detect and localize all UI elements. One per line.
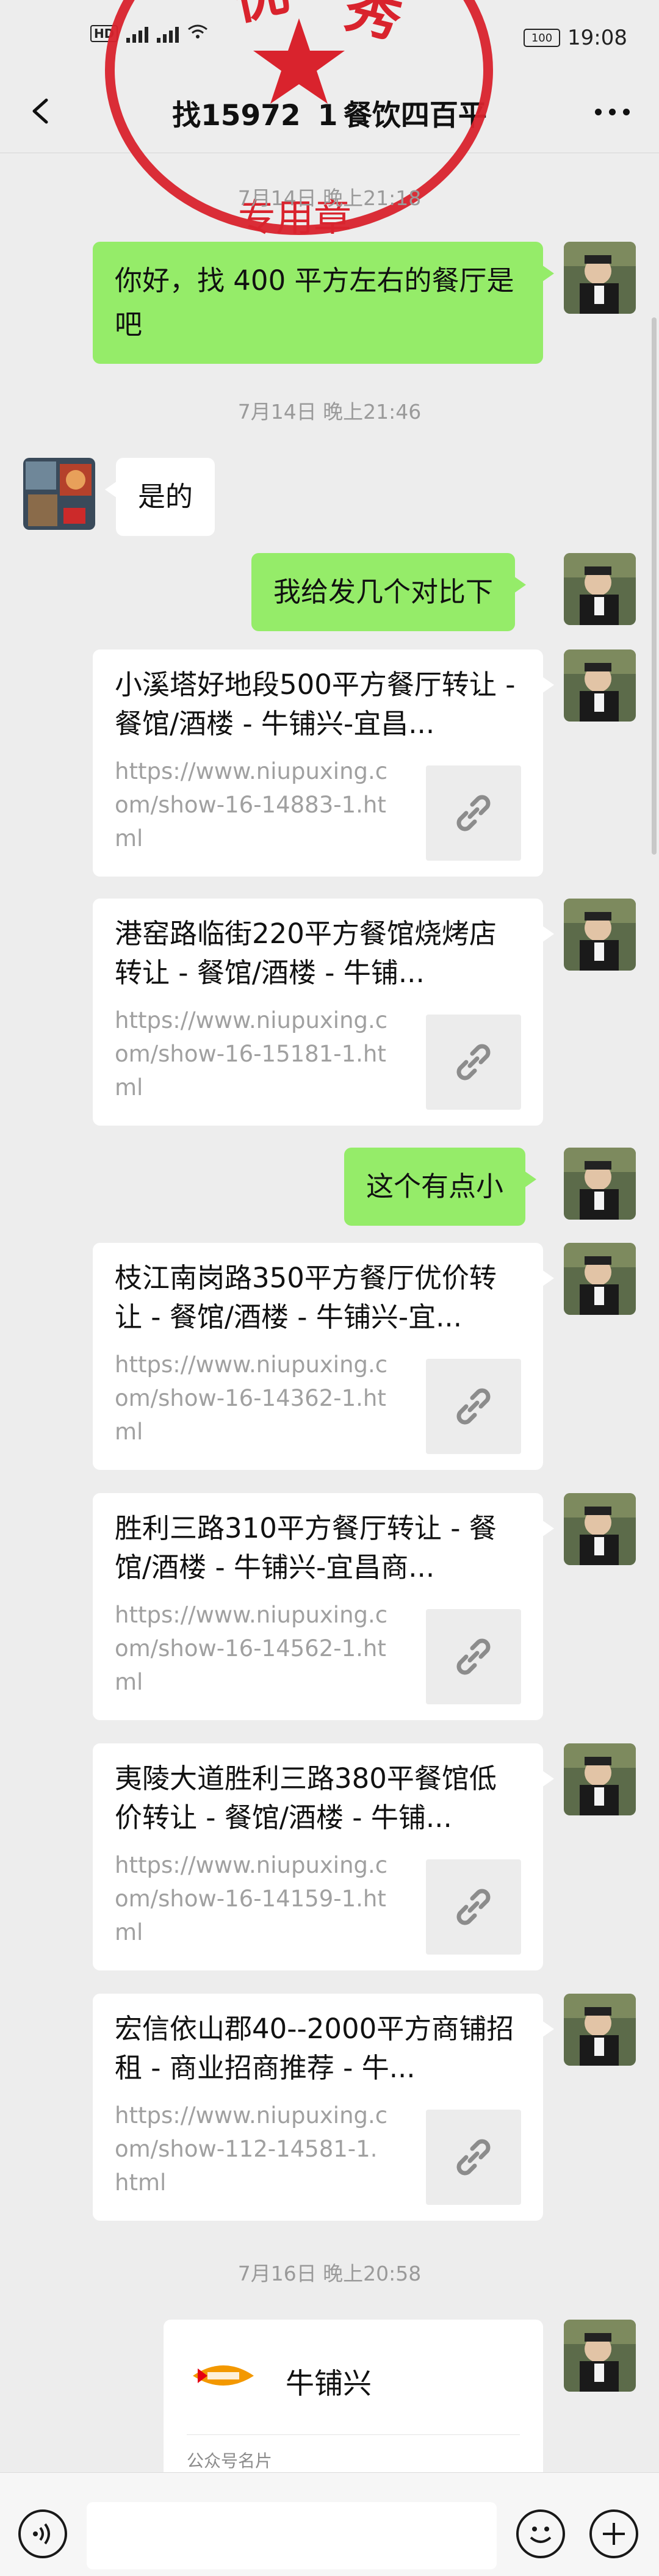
avatar-me[interactable] <box>564 649 636 722</box>
business-card-label: 公众号名片 <box>187 2451 273 2471</box>
link-card-url: https://www.niupuxing.com/show-16-14562-… <box>115 1602 388 1695</box>
avatar-me[interactable] <box>564 899 636 971</box>
avatar-me[interactable] <box>564 1743 636 1815</box>
business-card-name: 牛铺兴 <box>286 2367 372 2401</box>
link-card[interactable]: 胜利三路310平方餐厅转让 - 餐馆/酒楼 - 牛铺兴-宜昌商... https… <box>93 1493 554 1720</box>
link-card-title: 夷陵大道胜利三路380平餐馆低价转让 - 餐馆/酒楼 - 牛铺... <box>115 1762 497 1834</box>
link-card-title: 胜利三路310平方餐厅转让 - 餐馆/酒楼 - 牛铺兴-宜昌商... <box>115 1512 497 1583</box>
link-icon <box>426 1609 521 1704</box>
link-card-title: 港窑路临街220平方餐馆烧烤店转让 - 餐馆/酒楼 - 牛铺... <box>115 917 497 989</box>
status-left-icons: HD <box>90 23 208 44</box>
avatar-me[interactable] <box>564 2320 636 2392</box>
link-card-title: 枝江南岗路350平方餐厅优价转让 - 餐馆/酒楼 - 牛铺兴-宜... <box>115 1262 497 1333</box>
link-card-url: https://www.niupuxing.com/show-16-15181-… <box>115 1007 388 1101</box>
link-card[interactable]: 港窑路临街220平方餐馆烧烤店转让 - 餐馆/酒楼 - 牛铺... https:… <box>93 899 554 1126</box>
signal-4g-icon <box>126 24 149 43</box>
status-bar: HD 100 19:08 <box>0 0 659 50</box>
scrollbar[interactable] <box>652 317 657 855</box>
chat-header: 找15972 1 餐饮四百平 <box>0 73 659 147</box>
link-icon <box>426 765 521 861</box>
avatar-me[interactable] <box>564 242 636 314</box>
link-card[interactable]: 夷陵大道胜利三路380平餐馆低价转让 - 餐馆/酒楼 - 牛铺... https… <box>93 1743 554 1970</box>
link-card-title: 宏信依山郡40--2000平方商铺招租 - 商业招商推荐 - 牛... <box>115 2013 514 2084</box>
input-bar <box>0 2472 659 2576</box>
message-bubble-other[interactable]: 是的 <box>104 458 215 536</box>
battery-icon: 100 <box>524 29 561 47</box>
back-icon[interactable] <box>28 98 52 124</box>
avatar-me[interactable] <box>564 1493 636 1565</box>
timestamp: 7月16日 晚上20:58 <box>237 2262 422 2285</box>
link-card-url: https://www.niupuxing.com/show-16-14362-… <box>115 1351 388 1445</box>
avatar-me[interactable] <box>564 553 636 625</box>
signal-3g-icon <box>157 24 179 43</box>
avatar-me[interactable] <box>564 1243 636 1315</box>
clock: 19:08 <box>567 26 627 50</box>
business-card-divider <box>187 2434 520 2435</box>
message-bubble-me[interactable]: 我给发几个对比下 <box>251 553 527 631</box>
plus-icon[interactable] <box>589 2509 638 2558</box>
avatar-me[interactable] <box>564 1148 636 1220</box>
emoji-icon[interactable] <box>516 2509 565 2558</box>
link-card[interactable]: 宏信依山郡40--2000平方商铺招租 - 商业招商推荐 - 牛... http… <box>93 1994 554 2221</box>
link-card-title: 小溪塔好地段500平方餐厅转让 - 餐馆/酒楼 - 牛铺兴-宜昌... <box>115 668 516 740</box>
timestamp: 7月14日 晚上21:46 <box>237 400 422 424</box>
hd-icon: HD <box>90 25 118 42</box>
link-card[interactable]: 枝江南岗路350平方餐厅优价转让 - 餐馆/酒楼 - 牛铺兴-宜... http… <box>93 1243 554 1470</box>
link-icon <box>426 2110 521 2205</box>
link-icon <box>426 1859 521 1955</box>
wifi-icon <box>187 23 208 44</box>
message-bubble-me[interactable]: 你好，找 400 平方左右的餐厅是吧 <box>93 242 554 364</box>
status-right: 100 19:08 <box>524 26 627 50</box>
voice-icon[interactable] <box>18 2509 67 2558</box>
more-dots-icon[interactable] <box>595 109 630 115</box>
avatar-me[interactable] <box>564 1994 636 2066</box>
link-icon <box>426 1359 521 1454</box>
niupuxing-logo-icon <box>193 2365 254 2386</box>
message-input[interactable] <box>87 2502 497 2569</box>
chat-title: 找15972 1 餐饮四百平 <box>172 99 487 132</box>
link-card-url: https://www.niupuxing.com/show-16-14159-… <box>115 1852 388 1945</box>
link-card-url: https://www.niupuxing.com/show-16-14883-… <box>115 758 388 852</box>
link-icon <box>426 1015 521 1110</box>
message-bubble-me[interactable]: 这个有点小 <box>344 1148 537 1226</box>
link-card[interactable]: 小溪塔好地段500平方餐厅转让 - 餐馆/酒楼 - 牛铺兴-宜昌... http… <box>93 649 554 877</box>
avatar-other[interactable] <box>23 458 95 530</box>
link-card-url: https://www.niupuxing.com/show-112-14581… <box>115 2102 388 2196</box>
timestamp: 7月14日 晚上21:18 <box>237 186 422 210</box>
